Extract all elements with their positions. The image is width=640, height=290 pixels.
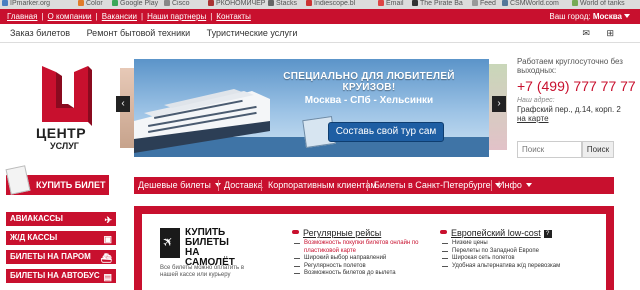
banner-headline: СПЕЦИАЛЬНО ДЛЯ ЛЮБИТЕЛЕЙ КРУИЗОВ! xyxy=(283,71,455,93)
divider xyxy=(218,180,219,191)
side-item-air[interactable]: АВИАКАССЫ ✈ xyxy=(6,212,116,226)
city-selector[interactable]: Ваш город: Москва xyxy=(549,11,630,22)
address-label: Наш адрес: xyxy=(517,97,555,104)
buy-ticket-label: КУПИТЬ БИЛЕТ xyxy=(36,180,106,190)
air-tickets-panel: КУПИТЬ БИЛЕТЫ НА САМОЛЁТ Все билеты можн… xyxy=(134,206,614,290)
marker-icon xyxy=(292,230,299,234)
logo-title: ЦЕНТР xyxy=(36,125,87,141)
ticket-icon xyxy=(5,165,31,195)
subnav-repair[interactable]: Ремонт бытовой техники xyxy=(87,28,191,38)
top-nav: Главная | О компании | Вакансии | Наши партнер… xyxy=(7,11,251,22)
city-label: Ваш город: xyxy=(549,12,591,21)
mail-icon[interactable]: ✉ xyxy=(582,28,590,38)
side-item-rail[interactable]: Ж/Д КАССЫ ▣ xyxy=(6,231,116,245)
bookmark-item[interactable]: The Pirate Ba xyxy=(412,0,463,8)
bookmark-item[interactable]: РКОНОМИЧЕР xyxy=(208,0,265,8)
divider: | xyxy=(210,12,213,21)
address-text: Графский пер., д.14, корп. 2 xyxy=(517,105,621,114)
subnav-tickets[interactable]: Заказ билетов xyxy=(10,28,70,38)
search-button[interactable]: Поиск xyxy=(582,141,614,158)
lowcost-column: Европейский low-cost? Низкие цены Переле… xyxy=(440,228,570,270)
list-item: Широкий выбор направлений xyxy=(292,255,432,263)
regular-flights-column: Регулярные рейсы Возможность покупки бил… xyxy=(292,228,432,278)
nav-cheap-tickets[interactable]: Дешевые билеты xyxy=(138,177,221,194)
working-hours: Работаем круглосуточно без выходных: xyxy=(517,57,623,75)
phone-number[interactable]: +7 (499) 777 77 77 xyxy=(517,78,637,94)
ferry-icon: ⛴ xyxy=(100,253,112,263)
map-link[interactable]: на карте xyxy=(517,114,637,123)
divider: | xyxy=(141,12,144,21)
buy-plane-title[interactable]: КУПИТЬ БИЛЕТЫ НА САМОЛЁТ xyxy=(185,228,245,268)
bookmark-item[interactable]: Email xyxy=(378,0,404,8)
list-item: Удобная альтернатива ж/д перевозкам xyxy=(440,263,570,271)
top-nav-home[interactable]: Главная xyxy=(7,12,37,21)
banner-route: Москва - СПб - Хельсинки xyxy=(304,95,434,106)
bookmark-item[interactable]: Google Play xyxy=(112,0,158,8)
main-nav: Дешевые билеты Доставка Корпоративным кл… xyxy=(134,177,614,194)
side-item-bus[interactable]: БИЛЕТЫ НА АВТОБУС ▤ xyxy=(6,269,116,283)
nav-corporate[interactable]: Корпоративным клиентам xyxy=(268,177,377,194)
plane-icon: ✈ xyxy=(104,215,112,225)
bookmark-item[interactable]: Color xyxy=(78,0,103,8)
side-item-ferry[interactable]: БИЛЕТЫ НА ПАРОМ ⛴ xyxy=(6,250,116,264)
air-tickets-content: КУПИТЬ БИЛЕТЫ НА САМОЛЁТ Все билеты можн… xyxy=(142,214,606,290)
nav-spb-tickets[interactable]: Билеты в Санкт-Петербурге xyxy=(374,177,501,194)
logo-subtitle: УСЛУГ xyxy=(50,141,79,151)
bus-icon: ▤ xyxy=(103,272,112,282)
lowcost-link[interactable]: Европейский low-cost? xyxy=(440,228,570,238)
city-value: Москва xyxy=(592,12,622,21)
bookmark-item[interactable]: IPmarker.org xyxy=(2,0,50,8)
divider xyxy=(0,42,640,43)
contact-block: Работаем круглосуточно без выходных: +7 … xyxy=(517,57,637,123)
build-tour-button[interactable]: Составь свой тур сам xyxy=(328,122,444,142)
train-icon: ▣ xyxy=(103,234,112,244)
payment-note: Все билеты можно оплатить в нашей кассе … xyxy=(160,265,245,278)
chevron-down-icon xyxy=(624,14,630,18)
promo-banner[interactable]: СПЕЦИАЛЬНО ДЛЯ ЛЮБИТЕЛЕЙ КРУИЗОВ! Москва… xyxy=(134,59,489,157)
bookmark-item[interactable]: Feed xyxy=(472,0,496,8)
carousel-next-arrow[interactable]: › xyxy=(492,96,506,112)
carousel-prev-arrow[interactable]: ‹ xyxy=(116,96,130,112)
divider: | xyxy=(95,12,98,21)
bookmark-item[interactable]: Indiescope.bl xyxy=(306,0,355,8)
subnav-tourism[interactable]: Туристические услуги xyxy=(207,28,298,38)
bookmark-item[interactable]: World of tanks xyxy=(572,0,625,8)
bookmark-item[interactable]: Cisco xyxy=(164,0,190,8)
list-item: Регулярность полетов xyxy=(292,263,432,271)
top-nav-partners[interactable]: Наши партнеры xyxy=(147,12,206,21)
divider xyxy=(367,180,368,191)
top-nav-vacancies[interactable]: Вакансии xyxy=(102,12,137,21)
plane-icon xyxy=(160,228,180,258)
list-item: Возможность билетов до вылета xyxy=(292,270,432,278)
bookmark-item[interactable]: Stacks xyxy=(268,0,297,8)
marker-icon xyxy=(440,230,447,234)
list-item: Широкая сеть полетов xyxy=(440,255,570,263)
chevron-down-icon xyxy=(525,183,532,187)
nav-delivery[interactable]: Доставка xyxy=(224,177,263,194)
list-item: Низкие цены xyxy=(440,240,570,248)
header-icons: ✉ ⊞ xyxy=(568,28,614,39)
nav-info[interactable]: Инфо xyxy=(498,177,532,194)
list-item: Перелеты по Западной Европе xyxy=(440,248,570,256)
buy-ticket-button[interactable]: КУПИТЬ БИЛЕТ xyxy=(5,165,109,195)
sub-nav: Заказ билетов Ремонт бытовой техники Тур… xyxy=(10,28,311,38)
bookmark-item[interactable]: CSMWorld.com xyxy=(502,0,559,8)
top-nav-about[interactable]: О компании xyxy=(48,12,92,21)
divider xyxy=(491,180,492,191)
divider: | xyxy=(41,12,44,21)
sitemap-icon[interactable]: ⊞ xyxy=(606,28,614,38)
top-bar: Главная | О компании | Вакансии | Наши партнер… xyxy=(0,9,640,24)
help-icon[interactable]: ? xyxy=(543,230,552,238)
search-input[interactable] xyxy=(517,141,582,158)
list-item: Возможность покупки билетов онлайн по пл… xyxy=(292,240,432,255)
regular-flights-link[interactable]: Регулярные рейсы xyxy=(292,228,432,238)
cruise-ship-image xyxy=(134,89,270,153)
divider xyxy=(261,180,262,191)
top-nav-contacts[interactable]: Контакты xyxy=(216,12,251,21)
